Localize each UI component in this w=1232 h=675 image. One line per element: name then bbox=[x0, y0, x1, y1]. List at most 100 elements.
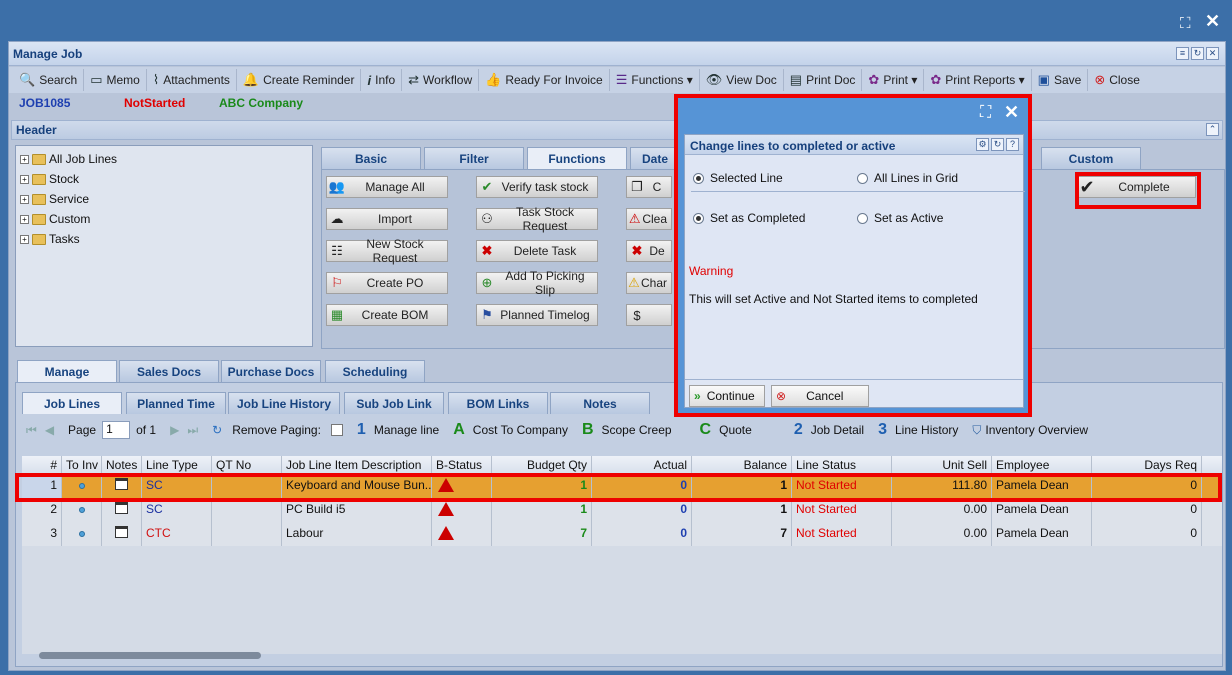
set-completed-radio[interactable]: Set as Completed bbox=[693, 211, 805, 225]
calendar-icon[interactable] bbox=[115, 526, 128, 538]
import-button[interactable]: ☁ Import bbox=[326, 208, 448, 230]
list-icon[interactable]: ≡ bbox=[1176, 47, 1189, 60]
refresh-icon[interactable]: ↻ bbox=[212, 423, 222, 437]
remove-paging-checkbox[interactable] bbox=[330, 424, 343, 436]
create-po-button[interactable]: ⚐ Create PO bbox=[326, 272, 448, 294]
table-row[interactable]: 3 CTC Labour 7 0 7 Not Started 0.00 Pamela Dean 0 bbox=[22, 522, 1222, 546]
continue-button[interactable]: » Continue bbox=[689, 385, 765, 407]
attachments-button[interactable]: ⌇ Attachments bbox=[147, 69, 237, 91]
memo-icon: ▭ bbox=[90, 72, 103, 87]
close-icon[interactable]: ✕ bbox=[1206, 47, 1219, 60]
horizontal-scrollbar[interactable] bbox=[29, 650, 1225, 660]
functions-menu[interactable]: ☰ Functions ▾ bbox=[610, 69, 700, 91]
print-reports-icon: ✿ bbox=[930, 72, 942, 87]
close-icon[interactable]: ✕ bbox=[1004, 102, 1019, 123]
delete-task-button[interactable]: ✖ Delete Task bbox=[476, 240, 598, 262]
tab-bom-links[interactable]: BOM Links bbox=[448, 392, 548, 414]
selected-line-radio[interactable]: Selected Line bbox=[693, 171, 783, 185]
page-input[interactable]: 1 bbox=[102, 421, 131, 439]
search-button[interactable]: 🔍 Search bbox=[13, 69, 85, 91]
maximize-icon[interactable]: ⛶ bbox=[980, 104, 991, 122]
tree-item-custom[interactable]: + Custom bbox=[20, 212, 90, 226]
verify-task-stock-button[interactable]: ✔ Verify task stock bbox=[476, 176, 598, 198]
tab-scheduling[interactable]: Scheduling bbox=[325, 360, 425, 382]
print-menu[interactable]: ✿ Print ▾ bbox=[862, 69, 925, 91]
function-button-delete[interactable]: ✖ De bbox=[626, 240, 672, 262]
radio-checked-icon bbox=[693, 172, 704, 184]
create-reminder-button[interactable]: 🔔 Create Reminder bbox=[237, 69, 362, 91]
search-icon: 🔍 bbox=[19, 72, 36, 87]
expand-icon[interactable]: + bbox=[20, 234, 29, 244]
scrollbar-thumb[interactable] bbox=[39, 652, 261, 659]
tab-functions[interactable]: Functions bbox=[527, 147, 627, 169]
function-button-change[interactable]: ⚠ Char bbox=[626, 272, 672, 294]
tab-date[interactable]: Date bbox=[630, 147, 680, 169]
first-page-icon[interactable]: ⏮ bbox=[26, 423, 37, 438]
expand-icon[interactable]: + bbox=[20, 214, 29, 224]
warning-icon: ⚠ bbox=[628, 275, 640, 290]
print-doc-button[interactable]: ▤ Print Doc bbox=[784, 69, 863, 91]
help-icon[interactable]: ? bbox=[1006, 138, 1019, 151]
function-button-currency[interactable]: $ bbox=[626, 304, 672, 326]
prev-page-icon[interactable]: ◀ bbox=[45, 423, 54, 437]
tab-basic[interactable]: Basic bbox=[321, 147, 421, 169]
tree-item-stock[interactable]: + Stock bbox=[20, 172, 79, 186]
maximize-icon[interactable]: ⛶ bbox=[1180, 15, 1191, 32]
function-button-c[interactable]: ❐ C bbox=[626, 176, 672, 198]
dot-icon[interactable] bbox=[78, 531, 85, 537]
close-button[interactable]: ⊗ Close bbox=[1088, 69, 1146, 91]
expand-icon[interactable]: + bbox=[20, 174, 29, 184]
dot-icon[interactable] bbox=[78, 507, 85, 513]
tab-sub-job-link[interactable]: Sub Job Link bbox=[344, 392, 444, 414]
calendar-icon[interactable] bbox=[115, 502, 128, 514]
planned-timelog-button[interactable]: ⚑ Planned Timelog bbox=[476, 304, 598, 326]
notes-cell bbox=[102, 522, 142, 546]
add-to-picking-slip-button[interactable]: ⊕ Add To Picking Slip bbox=[476, 269, 598, 297]
settings-icon[interactable]: ⚙ bbox=[976, 138, 989, 151]
tab-purchase-docs[interactable]: Purchase Docs bbox=[221, 360, 321, 382]
refresh-icon[interactable]: ↻ bbox=[1191, 47, 1204, 60]
manage-all-button[interactable]: 👥 Manage All bbox=[326, 176, 448, 198]
tab-manage[interactable]: Manage bbox=[17, 360, 117, 382]
bell-icon: 🔔 bbox=[242, 72, 260, 87]
expand-icon[interactable]: + bbox=[20, 154, 29, 164]
view-doc-button[interactable]: 👁 View Doc bbox=[700, 69, 784, 91]
tab-custom[interactable]: Custom bbox=[1041, 147, 1141, 169]
task-stock-request-button[interactable]: ⚇ Task Stock Request bbox=[476, 205, 598, 233]
all-lines-radio[interactable]: All Lines in Grid bbox=[857, 171, 958, 185]
tree-item-service[interactable]: + Service bbox=[20, 192, 89, 206]
ready-for-invoice-button[interactable]: 👍 Ready For Invoice bbox=[479, 69, 610, 91]
tab-sales-docs[interactable]: Sales Docs bbox=[119, 360, 219, 382]
info-button[interactable]: i Info bbox=[361, 69, 403, 91]
memo-button[interactable]: ▭ Memo bbox=[84, 69, 147, 91]
tree-item-tasks[interactable]: + Tasks bbox=[20, 232, 80, 246]
print-doc-icon: ▤ bbox=[789, 72, 803, 87]
refresh-icon[interactable]: ↻ bbox=[991, 138, 1004, 151]
set-active-radio[interactable]: Set as Active bbox=[857, 211, 943, 225]
line-type-cell: CTC bbox=[142, 522, 212, 546]
cancel-button[interactable]: ⊗ Cancel bbox=[771, 385, 869, 407]
tree-item-all-job-lines[interactable]: + All Job Lines bbox=[20, 152, 117, 166]
info-icon: i bbox=[367, 72, 372, 88]
workflow-button[interactable]: ⇄ Workflow bbox=[402, 69, 480, 91]
tab-filter[interactable]: Filter bbox=[424, 147, 524, 169]
unit-sell-cell: 0.00 bbox=[892, 522, 992, 546]
tab-job-lines[interactable]: Job Lines bbox=[22, 392, 122, 414]
next-page-icon[interactable]: ▶ bbox=[170, 423, 179, 437]
expand-icon[interactable]: + bbox=[20, 194, 29, 204]
new-stock-request-button[interactable]: ☷ New Stock Request bbox=[326, 237, 448, 265]
print-reports-menu[interactable]: ✿ Print Reports ▾ bbox=[924, 69, 1032, 91]
tab-job-line-history[interactable]: Job Line History bbox=[228, 392, 340, 414]
job-line-tree: + All Job Lines + Stock + Service + Custom +… bbox=[15, 145, 313, 347]
close-icon[interactable]: ✕ bbox=[1205, 11, 1220, 32]
create-bom-button[interactable]: ▦ Create BOM bbox=[326, 304, 448, 326]
tab-notes[interactable]: Notes bbox=[550, 392, 650, 414]
last-page-icon[interactable]: ⏭ bbox=[187, 423, 198, 438]
tab-planned-time[interactable]: Planned Time bbox=[126, 392, 226, 414]
function-button-clear[interactable]: ⚠ Clea bbox=[626, 208, 672, 230]
save-button[interactable]: ▣ Save bbox=[1032, 69, 1089, 91]
inventory-overview-button[interactable]: Inventory Overview bbox=[985, 423, 1088, 437]
collapse-icon[interactable]: ⌃ bbox=[1206, 123, 1219, 136]
continue-arrows-icon: » bbox=[694, 389, 701, 403]
print-icon: ✿ bbox=[868, 72, 880, 87]
